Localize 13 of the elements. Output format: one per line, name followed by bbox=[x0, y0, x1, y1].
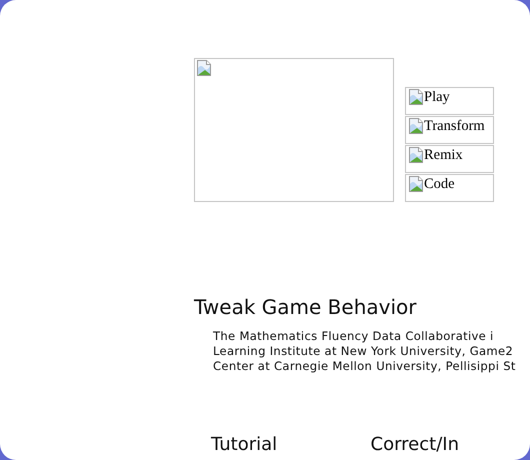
broken-image-icon bbox=[196, 60, 212, 76]
mode-button[interactable]: Play bbox=[405, 87, 494, 115]
mode-button[interactable]: Code bbox=[405, 174, 494, 202]
column-label: Correct/In bbox=[370, 434, 460, 455]
mode-button[interactable]: Transform bbox=[405, 116, 494, 144]
broken-image-icon bbox=[408, 147, 424, 163]
broken-image-icon bbox=[408, 176, 424, 192]
section-heading: Tweak Game Behavior bbox=[194, 295, 418, 319]
column-label: Tutorial bbox=[211, 434, 278, 455]
broken-image-icon bbox=[408, 89, 424, 105]
mode-button[interactable]: Remix bbox=[405, 145, 494, 173]
broken-image-icon bbox=[408, 118, 424, 134]
description-text: The Mathematics Fluency Data Collaborative i Learning Institute at New York University, Game2 Center at Carnegie Mellon University, Pellisippi St bbox=[213, 329, 517, 374]
